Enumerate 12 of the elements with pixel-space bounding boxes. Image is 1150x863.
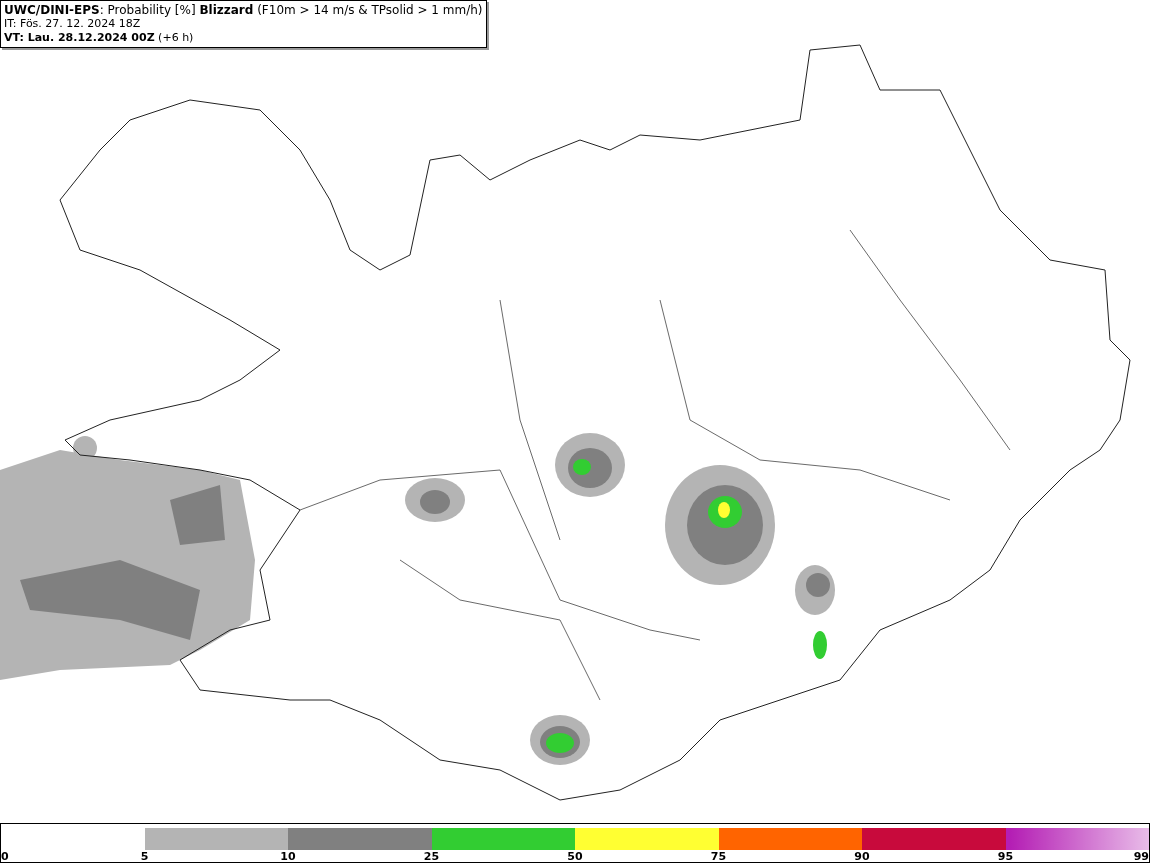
legend-tick-label: 25 <box>423 850 440 863</box>
legend-tick-label: 95 <box>997 850 1014 863</box>
legend-tick-label: 75 <box>710 850 727 863</box>
legend-tick-label: 90 <box>854 850 870 863</box>
header-line: IT: Fös. 27. 12. 2024 18Z <box>4 17 142 31</box>
legend-tick-label: 50 <box>567 850 583 863</box>
legend-tick-label: 0 <box>1 850 9 863</box>
header-line: VT: Lau. 28.12.2024 00Z (+6 h) <box>4 31 195 45</box>
header-line: UWC/DINI-EPS: Probability [%] Blizzard (F10m > 14 m/s & TPsolid > 1 mm/h) <box>4 3 483 17</box>
legend-tick-label: 5 <box>140 850 149 863</box>
legend-tick-label: 10 <box>280 850 296 863</box>
legend-tick-label: 99 <box>1133 850 1149 863</box>
